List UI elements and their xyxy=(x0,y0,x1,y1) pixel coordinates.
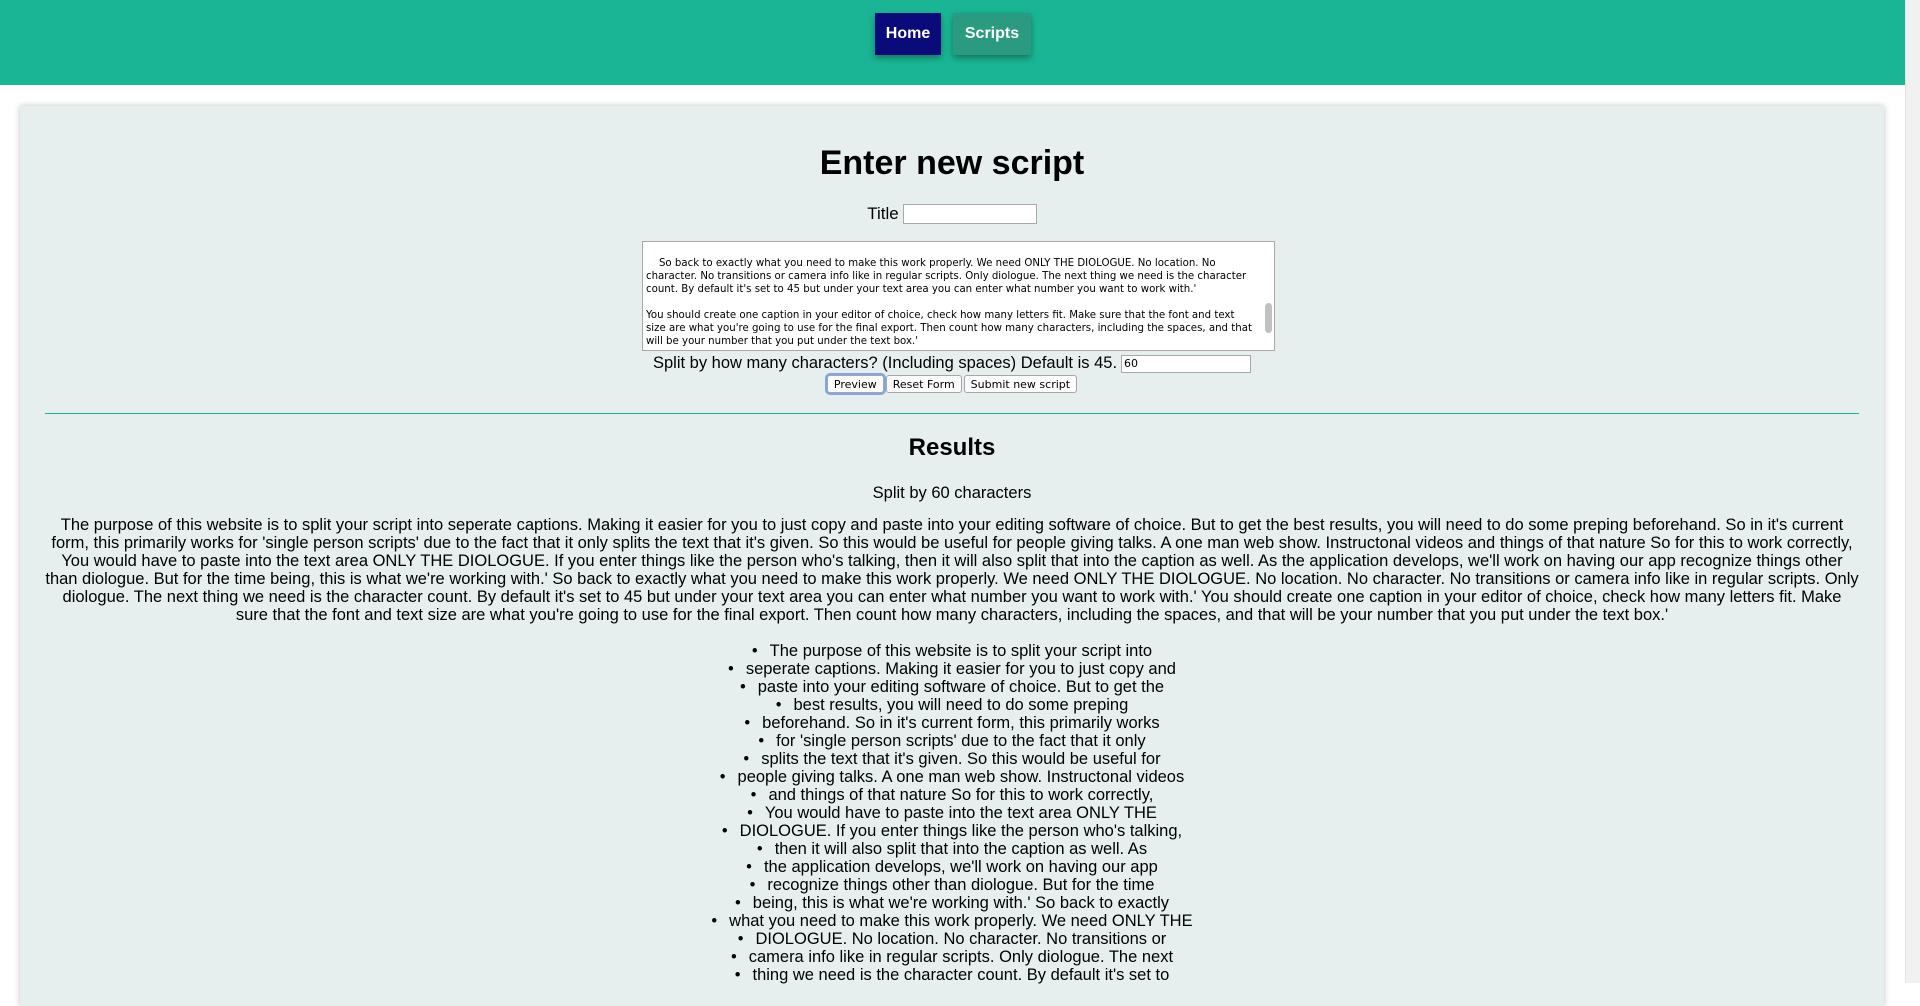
results-heading: Results xyxy=(908,434,996,461)
title-row: Title xyxy=(20,204,1884,224)
caption-item: then it will also split that into the ca… xyxy=(20,840,1884,858)
script-textarea[interactable]: So back to exactly what you need to make… xyxy=(642,241,1275,351)
textarea-scroll-thumb[interactable] xyxy=(1265,303,1272,333)
nav-home-button[interactable]: Home xyxy=(875,13,941,55)
textarea-scrollbar[interactable] xyxy=(1263,243,1273,347)
caption-item: being, this is what we're working with.'… xyxy=(20,894,1884,912)
caption-item: people giving talks. A one man web show.… xyxy=(20,768,1884,786)
nav-scripts-button[interactable]: Scripts xyxy=(953,13,1031,55)
title-input[interactable] xyxy=(902,204,1037,224)
caption-item: recognize things other than diologue. Bu… xyxy=(20,876,1884,894)
submit-script-button[interactable]: Submit new script xyxy=(963,375,1078,393)
caption-item: paste into your editing software of choi… xyxy=(20,678,1884,696)
caption-item: best results, you will need to do some p… xyxy=(20,696,1884,714)
caption-item: You would have to paste into the text ar… xyxy=(20,804,1884,822)
form-buttons: Preview Reset Form Submit new script xyxy=(20,375,1884,393)
results-full-text: The purpose of this website is to split … xyxy=(45,516,1859,624)
caption-item: seperate captions. Making it easier for … xyxy=(20,660,1884,678)
split-label: Split by how many characters? (Including… xyxy=(652,354,1118,372)
split-row: Split by how many characters? (Including… xyxy=(20,354,1884,373)
top-nav-bar: Home Scripts xyxy=(0,0,1906,85)
section-divider xyxy=(45,413,1859,414)
caption-item: beforehand. So in it's current form, thi… xyxy=(20,714,1884,732)
script-text: So back to exactly what you need to make… xyxy=(646,258,1252,347)
preview-button[interactable]: Preview xyxy=(826,375,884,393)
page-title: Enter new script xyxy=(819,144,1085,182)
caption-item: The purpose of this website is to split … xyxy=(20,642,1884,660)
caption-item: splits the text that it's given. So this… xyxy=(20,750,1884,768)
split-by-text: Split by 60 characters xyxy=(872,484,1032,502)
caption-list: The purpose of this website is to split … xyxy=(20,642,1884,984)
main-card: Enter new script Title So back to exactl… xyxy=(20,106,1884,1006)
split-count-input[interactable]: 60 xyxy=(1121,354,1252,373)
caption-item: camera info like in regular scripts. Onl… xyxy=(20,948,1884,966)
caption-item: DIOLOGUE. If you enter things like the p… xyxy=(20,822,1884,840)
page-scrollbar[interactable] xyxy=(1905,0,1920,983)
nav-links: Home Scripts xyxy=(0,13,1906,55)
caption-item: and things of that nature So for this to… xyxy=(20,786,1884,804)
caption-item: the application develops, we'll work on … xyxy=(20,858,1884,876)
reset-form-button[interactable]: Reset Form xyxy=(885,375,962,393)
caption-item: DIOLOGUE. No location. No character. No … xyxy=(20,930,1884,948)
caption-item: for 'single person scripts' due to the f… xyxy=(20,732,1884,750)
title-label: Title xyxy=(867,204,899,223)
caption-item: what you need to make this work properly… xyxy=(20,912,1884,930)
caption-item: thing we need is the character count. By… xyxy=(20,966,1884,984)
